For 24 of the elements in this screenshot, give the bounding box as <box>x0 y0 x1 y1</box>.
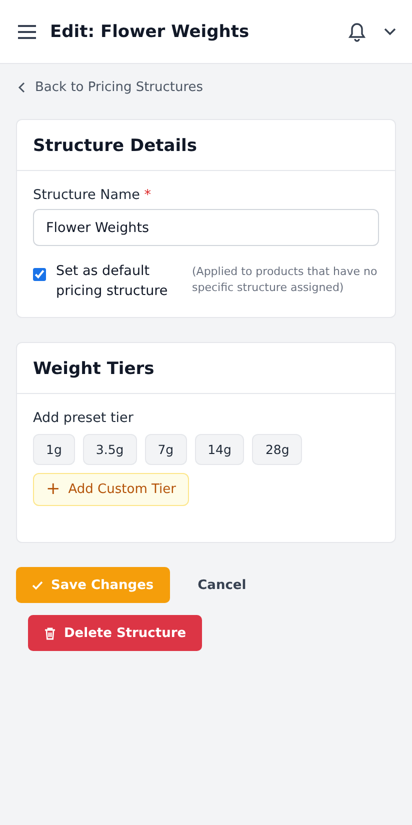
preset-tier-button[interactable]: 7g <box>144 434 187 466</box>
back-link[interactable]: Back to Pricing Structures <box>18 80 204 95</box>
name-input-field[interactable]: Flower Weights <box>33 209 379 246</box>
default-checkbox[interactable] <box>33 268 46 281</box>
section-label: Add preset tier <box>33 410 134 426</box>
card-title: Structure Details <box>17 120 395 171</box>
preset-tier-button[interactable]: 28g <box>252 434 302 466</box>
chevron-down-icon[interactable] <box>384 28 396 36</box>
cancel-button[interactable]: Cancel <box>184 570 260 601</box>
trash-icon <box>44 626 56 640</box>
field-label: Structure Name * <box>33 187 152 203</box>
page-title: Edit: Flower Weights <box>50 22 250 42</box>
delete-button[interactable]: Delete Structure <box>28 615 202 652</box>
card-title: Weight Tiers <box>17 343 395 394</box>
menu-icon[interactable] <box>18 24 36 38</box>
preset-tier-button[interactable]: 3.5g <box>82 434 137 466</box>
help-text: (Applied to products that have no specific structure assigned) <box>192 264 378 296</box>
checkbox-label: Set as default pricing structure <box>56 262 169 301</box>
bell-icon[interactable] <box>348 22 366 42</box>
preset-tier-button[interactable]: 1g <box>33 434 75 466</box>
preset-tier-button[interactable]: 14g <box>194 434 244 466</box>
check-icon <box>32 580 43 590</box>
add-custom-tier-button[interactable]: + Add Custom Tier <box>33 473 189 506</box>
chevron-left-icon <box>18 82 25 93</box>
